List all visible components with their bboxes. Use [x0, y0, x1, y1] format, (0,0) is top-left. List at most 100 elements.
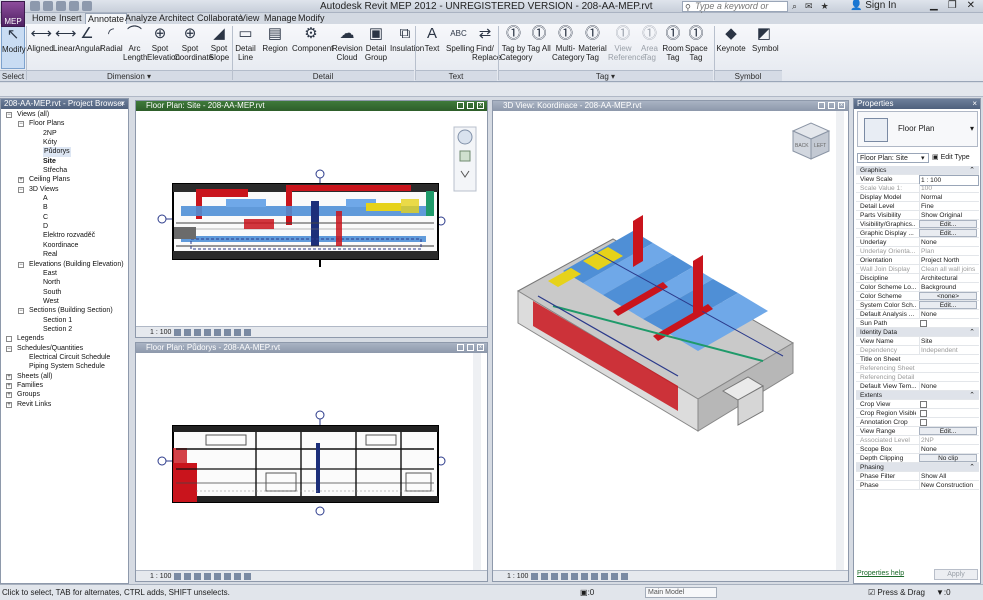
property-row[interactable]: Orientation Project North — [856, 256, 979, 265]
property-edit-button[interactable]: Edit... — [919, 229, 977, 237]
crop-icon[interactable] — [581, 572, 589, 580]
reveal-hidden-icon[interactable] — [621, 572, 629, 580]
steering-wheel-icon[interactable] — [457, 129, 473, 145]
expand-icon[interactable]: + — [6, 382, 12, 389]
tree-item[interactable]: A — [1, 194, 128, 203]
view-floor-plan-podorys[interactable]: Floor Plan: Půdorys - 208-AA-MEP.rvt x 1… — [135, 342, 488, 582]
search-icon[interactable]: ⌕ — [792, 1, 797, 12]
property-value[interactable]: None — [919, 382, 979, 391]
level-marker[interactable] — [315, 169, 325, 179]
reveal-hidden-icon[interactable] — [244, 572, 252, 580]
type-selector[interactable]: Floor Plan ▾ — [857, 111, 978, 147]
symbol-button[interactable]: ◩ Symbol — [752, 25, 779, 67]
view-scale[interactable]: 1 : 100 — [150, 329, 171, 336]
tag-by-category-button[interactable]: ⓵ Tag by Category — [500, 25, 532, 67]
tree-item[interactable]: Elektro rozvaděč — [1, 231, 128, 240]
property-value[interactable]: Normal — [919, 193, 979, 202]
property-group[interactable]: Phasing ⌃ — [856, 463, 979, 472]
property-value[interactable]: Fine — [919, 202, 979, 211]
design-options-dropdown[interactable]: Main Model — [645, 587, 717, 598]
expand-icon[interactable]: + — [6, 373, 12, 380]
revision-cloud-button[interactable]: ☁ Revision Cloud — [332, 25, 363, 67]
property-checkbox[interactable] — [920, 320, 927, 327]
tree-item[interactable]: 2NP — [1, 129, 128, 138]
property-edit-button[interactable]: Edit... — [919, 301, 977, 309]
apply-button[interactable]: Apply — [934, 569, 978, 580]
tab-insert[interactable]: Insert — [57, 13, 84, 24]
property-row[interactable]: Crop Region Visible — [856, 409, 979, 418]
shadows-icon[interactable] — [204, 328, 212, 336]
tree-item[interactable]: Piping System Schedule — [1, 362, 128, 371]
tab-home[interactable]: Home — [30, 13, 58, 24]
undo-icon[interactable] — [56, 1, 66, 11]
spelling-button[interactable]: ABC Spelling — [446, 25, 474, 67]
tree-item[interactable]: Real — [1, 250, 128, 259]
visual-style-icon[interactable] — [184, 572, 192, 580]
close-icon[interactable]: ✕ — [967, 0, 975, 11]
sun-path-icon[interactable] — [194, 572, 202, 580]
property-row[interactable]: View Name Site — [856, 337, 979, 346]
tree-item[interactable]: C — [1, 213, 128, 222]
property-row[interactable]: View Scale 1 : 100 — [856, 175, 979, 186]
property-row[interactable]: Crop View — [856, 400, 979, 409]
chevron-down-icon[interactable]: ▾ — [970, 124, 974, 133]
linear-button[interactable]: ⟷ Linear — [53, 25, 77, 67]
radial-button[interactable]: ◜ Radial — [100, 25, 123, 67]
hide-isolate-icon[interactable] — [611, 572, 619, 580]
crop-visible-icon[interactable] — [591, 572, 599, 580]
tree-item[interactable]: Section 2 — [1, 325, 128, 334]
view-scale[interactable]: 1 : 100 — [507, 573, 528, 580]
property-row[interactable]: Default View Tem... None — [856, 382, 979, 391]
aligned-button[interactable]: ⟷ Aligned — [27, 25, 54, 67]
save-icon[interactable] — [43, 1, 53, 11]
rendering-icon[interactable] — [571, 572, 579, 580]
detail-level-icon[interactable] — [531, 572, 539, 580]
room-tag-button[interactable]: ⓵ Room Tag — [662, 25, 684, 67]
floor-plan-site-canvas[interactable] — [136, 111, 481, 327]
property-group[interactable]: Extents ⌃ — [856, 391, 979, 400]
property-checkbox[interactable] — [920, 419, 927, 426]
view-header[interactable]: 3D View: Koordinace - 208-AA-MEP.rvt x — [493, 101, 848, 111]
collapse-icon[interactable]: ⌃ — [969, 166, 975, 175]
tree-item[interactable]: − Sections (Building Section) — [1, 306, 128, 315]
tree-item[interactable]: − Views (all) — [1, 110, 128, 119]
crop-icon[interactable] — [214, 572, 222, 580]
press-drag-toggle[interactable]: ☑ Press & Drag — [868, 585, 925, 600]
shadows-icon[interactable] — [561, 572, 569, 580]
panel-detail[interactable]: Detail — [232, 70, 414, 81]
property-value[interactable]: New Construction — [919, 481, 979, 490]
property-row[interactable]: Sun Path — [856, 319, 979, 328]
minimize-icon[interactable] — [818, 102, 825, 109]
property-value[interactable]: None — [919, 310, 979, 319]
collapse-icon[interactable]: ⌃ — [969, 391, 975, 400]
tree-item[interactable]: − Floor Plans — [1, 119, 128, 128]
component-button[interactable]: ⚙ Component — [292, 25, 333, 67]
property-row[interactable]: Display Model Normal — [856, 193, 979, 202]
minimize-icon[interactable] — [457, 344, 464, 351]
property-row[interactable]: Discipline Architectural — [856, 274, 979, 283]
collapse-icon[interactable]: − — [18, 261, 24, 268]
tab-modify[interactable]: Modify — [296, 13, 327, 24]
panel-symbol[interactable]: Symbol — [714, 70, 782, 81]
property-value[interactable]: Background — [919, 283, 979, 292]
tree-item[interactable]: Legends — [1, 334, 128, 343]
lock-view-icon[interactable] — [601, 572, 609, 580]
property-row[interactable]: Phase New Construction — [856, 481, 979, 490]
detail-line-button[interactable]: ▭ Detail Line — [233, 25, 258, 67]
view-scale[interactable]: 1 : 100 — [150, 573, 171, 580]
area-tag-button[interactable]: ⓵ Area Tag — [638, 25, 661, 67]
property-group[interactable]: Graphics ⌃ — [856, 166, 979, 175]
region-button[interactable]: ▤ Region — [260, 25, 290, 67]
property-row[interactable]: Visibility/Graphics... Edit... — [856, 220, 979, 229]
tree-item[interactable]: Section 1 — [1, 316, 128, 325]
property-row[interactable]: Underlay None — [856, 238, 979, 247]
quick-access-toolbar[interactable] — [30, 1, 92, 12]
panel-text[interactable]: Text — [415, 70, 497, 81]
close-icon[interactable]: × — [120, 99, 125, 109]
redo-icon[interactable] — [69, 1, 79, 11]
crop-icon[interactable] — [214, 328, 222, 336]
chevron-down-icon[interactable]: ▾ — [921, 154, 925, 162]
property-row[interactable]: Referencing Detail — [856, 373, 979, 382]
tree-item[interactable]: − Elevations (Building Elevation) — [1, 260, 128, 269]
tree-item[interactable]: + Sheets (all) — [1, 372, 128, 381]
